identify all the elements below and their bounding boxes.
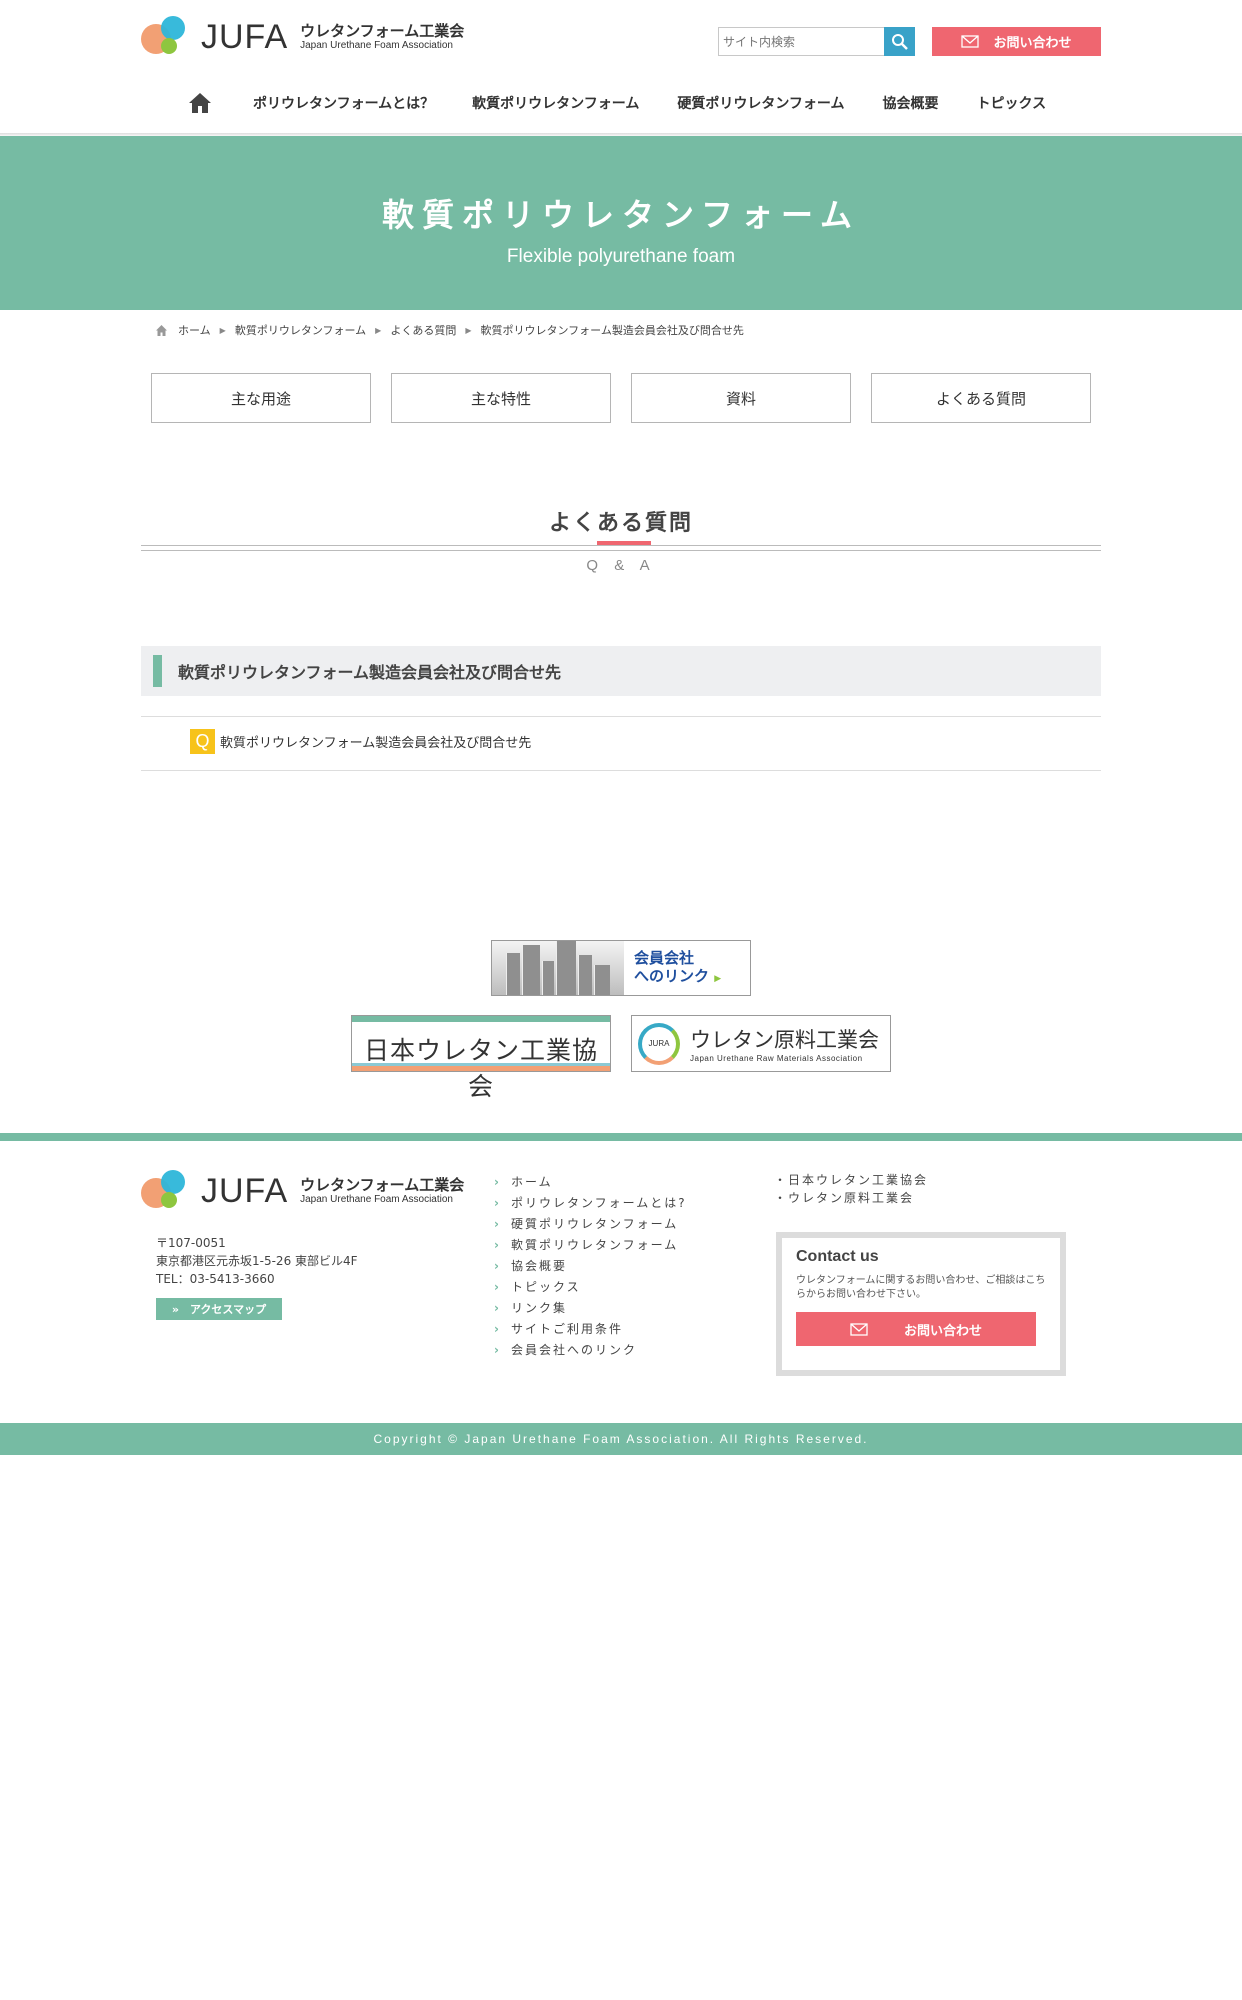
question-icon: Q (190, 729, 215, 754)
nav-item-association[interactable]: 協会概要 (883, 93, 939, 113)
jura-mark: JURA (648, 1039, 670, 1048)
section-subheading: Q & A (586, 557, 656, 574)
contact-button[interactable]: お問い合わせ (932, 27, 1101, 56)
footer-logo-mark: JUFA (201, 1171, 289, 1210)
logo-english-name: Japan Urethane Foam Association (300, 40, 453, 51)
hero-banner: 軟質ポリウレタンフォーム Flexible polyurethane foam (0, 136, 1242, 310)
faq-question[interactable]: Q 軟質ポリウレタンフォーム製造会員会社及び問合せ先 (190, 729, 531, 754)
street-address: 東京都港区元赤坂1-5-26 東部ビル4F (156, 1254, 358, 1268)
footer-link-flexible[interactable]: 軟質ポリウレタンフォーム (494, 1235, 687, 1256)
footer-logo[interactable]: JUFA ウレタンフォーム工業会 Japan Urethane Foam Ass… (141, 1170, 464, 1212)
nav-item-about-polyurethane[interactable]: ポリウレタンフォームとは？ (253, 93, 434, 113)
contact-box-title: Contact us (796, 1248, 879, 1265)
footer-link-jpu[interactable]: 日本ウレタン工業協会 (774, 1171, 928, 1189)
section-divider (141, 541, 1101, 551)
logo-circles-icon (141, 16, 197, 58)
section-heading: よくある質問 (548, 511, 693, 536)
postal-code: 〒107-0051 (156, 1236, 226, 1250)
footer-link-home[interactable]: ホーム (494, 1172, 687, 1193)
jpu-banner[interactable]: 日本ウレタン工業協会 (351, 1015, 611, 1101)
footer-link-terms[interactable]: サイトご利用条件 (494, 1319, 687, 1340)
page-title: 軟質ポリウレタンフォーム (381, 196, 861, 234)
section-title: よくある質問 Q & A (141, 505, 1101, 574)
breadcrumb-item-faq[interactable]: よくある質問 (390, 322, 456, 338)
footer-link-jura[interactable]: ウレタン原料工業会 (774, 1189, 928, 1207)
footer-link-links[interactable]: リンク集 (494, 1298, 687, 1319)
footer-links: ホーム ポリウレタンフォームとは? 硬質ポリウレタンフォーム 軟質ポリウレタンフ… (494, 1172, 687, 1361)
page-subtitle: Flexible polyurethane foam (506, 246, 736, 267)
contact-box-text: ウレタンフォームに関するお問い合わせ、ご相談はこちらからお問い合わせ下さい。 (796, 1275, 1046, 1300)
jura-logo-icon: JURA (638, 1022, 680, 1065)
footer-top-bar (0, 1133, 1242, 1141)
tab-main-properties[interactable]: 主な特性 (391, 373, 611, 423)
faq-category-title: 軟質ポリウレタンフォーム製造会員会社及び問合せ先 (178, 663, 562, 682)
breadcrumb-separator-icon: ▶ (219, 325, 226, 335)
buildings-icon (492, 941, 624, 995)
footer-link-topics[interactable]: トピックス (494, 1277, 687, 1298)
jura-banner-text: ウレタン原料工業会 (690, 1028, 879, 1052)
search-icon (891, 33, 908, 50)
footer-logo-english: Japan Urethane Foam Association (300, 1194, 453, 1205)
member-banner-line1: 会員会社 (634, 948, 695, 967)
search-button[interactable] (884, 27, 915, 56)
faq-category-heading: 軟質ポリウレタンフォーム製造会員会社及び問合せ先 (141, 646, 1101, 696)
logo-mark: JUFA (201, 17, 289, 56)
search-input[interactable] (718, 27, 884, 56)
footer-address: 〒107-0051 東京都港区元赤坂1-5-26 東部ビル4F TEL：03-5… (156, 1234, 358, 1288)
arrow-right-icon: ▶ (714, 973, 722, 984)
footer-link-rigid[interactable]: 硬質ポリウレタンフォーム (494, 1214, 687, 1235)
contact-button-label: お問い合わせ (993, 36, 1072, 51)
global-nav: ポリウレタンフォームとは？ 軟質ポリウレタンフォーム 硬質ポリウレタンフォーム … (141, 90, 1101, 116)
heading-bar (153, 655, 162, 687)
logo-japanese-name: ウレタンフォーム工業会 (300, 22, 465, 40)
logo-circles-icon (141, 1170, 197, 1212)
home-icon[interactable] (187, 90, 213, 116)
jura-banner-english: Japan Urethane Raw Materials Association (690, 1054, 863, 1063)
breadcrumb-item-flexible-foam[interactable]: 軟質ポリウレタンフォーム (235, 322, 366, 338)
footer-external-links: 日本ウレタン工業協会 ウレタン原料工業会 (774, 1171, 928, 1207)
section-accent (597, 541, 651, 545)
tab-faq[interactable]: よくある質問 (871, 373, 1091, 423)
tab-materials[interactable]: 資料 (631, 373, 851, 423)
breadcrumb: ホーム ▶ 軟質ポリウレタンフォーム ▶ よくある質問 ▶ 軟質ポリウレタンフォ… (155, 322, 744, 338)
tab-main-uses[interactable]: 主な用途 (151, 373, 371, 423)
faq-divider (141, 716, 1101, 717)
access-map-button[interactable]: » アクセスマップ (156, 1298, 282, 1320)
mail-icon (850, 1322, 868, 1336)
home-icon (156, 324, 167, 336)
footer-contact-box: Contact us ウレタンフォームに関するお問い合わせ、ご相談はこちらからお… (776, 1232, 1066, 1376)
footer-link-association[interactable]: 協会概要 (494, 1256, 687, 1277)
site-logo[interactable]: JUFA ウレタンフォーム工業会 Japan Urethane Foam Ass… (141, 16, 464, 58)
breadcrumb-item-current: 軟質ポリウレタンフォーム製造会員会社及び問合せ先 (480, 324, 744, 337)
footer-link-about[interactable]: ポリウレタンフォームとは? (494, 1193, 687, 1214)
footer-link-members[interactable]: 会員会社へのリンク (494, 1340, 687, 1361)
jura-banner[interactable]: JURA ウレタン原料工業会 Japan Urethane Raw Materi… (631, 1015, 891, 1072)
breadcrumb-separator-icon: ▶ (375, 325, 382, 335)
footer-contact-button[interactable]: お問い合わせ (796, 1312, 1036, 1346)
breadcrumb-item-home[interactable]: ホーム (178, 322, 211, 338)
nav-item-flexible-foam[interactable]: 軟質ポリウレタンフォーム (472, 93, 639, 113)
footer-logo-japanese: ウレタンフォーム工業会 (300, 1176, 465, 1194)
nav-item-topics[interactable]: トピックス (977, 93, 1047, 113)
copyright-bar: Copyright © Japan Urethane Foam Associat… (0, 1423, 1242, 1455)
footer-contact-button-label: お問い合わせ (903, 1323, 982, 1339)
member-banner-line2: へのリンク (634, 966, 710, 985)
mail-icon (961, 35, 980, 48)
sub-nav-tabs: 主な用途 主な特性 資料 よくある質問 (151, 373, 1091, 423)
site-search (718, 27, 915, 56)
faq-divider (141, 770, 1101, 771)
copyright-text: Copyright © Japan Urethane Foam Associat… (373, 1432, 869, 1446)
faq-question-text: 軟質ポリウレタンフォーム製造会員会社及び問合せ先 (220, 736, 532, 751)
telephone: TEL：03-5413-3660 (156, 1272, 275, 1286)
nav-item-rigid-foam[interactable]: 硬質ポリウレタンフォーム (677, 93, 844, 113)
breadcrumb-separator-icon: ▶ (465, 325, 472, 335)
member-links-banner[interactable]: 会員会社 へのリンク ▶ (491, 940, 751, 996)
